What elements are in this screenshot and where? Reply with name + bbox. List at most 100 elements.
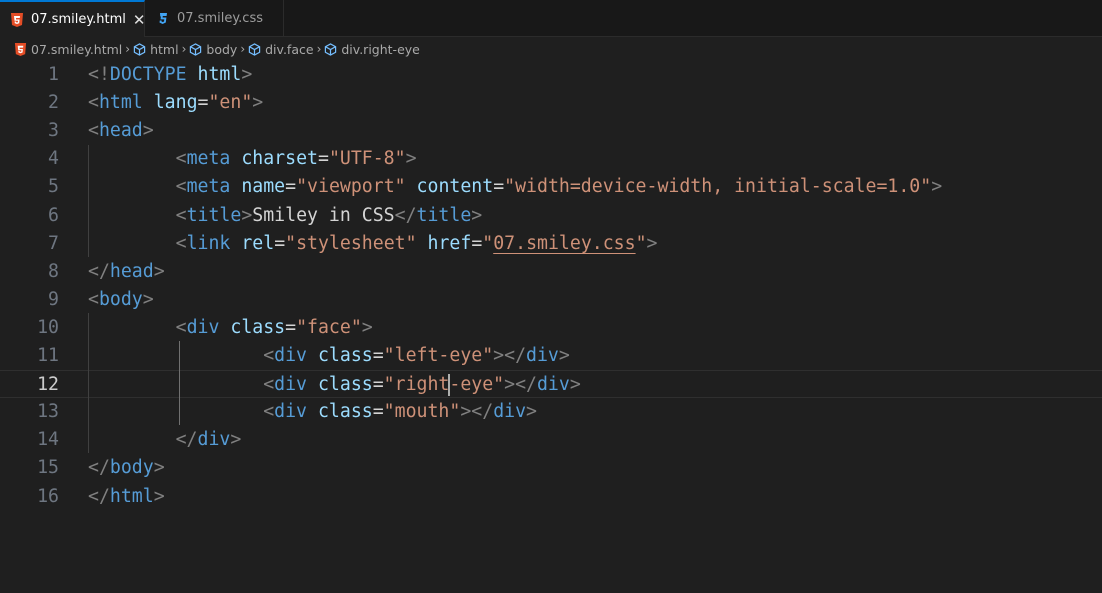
code-token: DOCTYPE <box>109 64 187 85</box>
code-token: = <box>274 232 286 254</box>
breadcrumb-div-right-eye[interactable]: div.right-eye <box>324 41 420 57</box>
code-line[interactable]: 13 <div class="mouth"></div> <box>0 398 1102 426</box>
breadcrumb-html[interactable]: html <box>133 41 179 57</box>
breadcrumb-body[interactable]: body <box>189 42 237 57</box>
code-token: content <box>416 176 494 198</box>
chevron-right-icon: › <box>181 42 187 56</box>
code-line[interactable]: 15 </body> <box>0 454 1102 482</box>
code-line[interactable]: 10 <div class="face"> <box>0 314 1102 342</box>
tab-label: 07.smiley.css <box>177 11 263 26</box>
code-token: head <box>109 260 154 282</box>
code-text: </html> <box>88 483 165 511</box>
code-text: </body> <box>88 454 165 482</box>
chevron-right-icon: › <box>316 42 322 56</box>
code-text: <title>Smiley in CSS</title> <box>88 202 483 230</box>
code-token: < <box>175 148 187 170</box>
code-text: <head> <box>88 117 154 145</box>
code-token: "viewport" <box>296 176 406 198</box>
code-token: > <box>230 429 242 451</box>
code-editor[interactable]: 16 </html> 15 </body> 14 </div> 13 <div class… <box>0 61 1102 593</box>
code-line[interactable]: 6 <title>Smiley in CSS</title> <box>0 202 1102 230</box>
code-token: "en" <box>208 92 253 114</box>
breadcrumb: 07.smiley.html › html › body › div.face … <box>0 37 1102 61</box>
cube-icon <box>248 42 261 56</box>
code-token: div <box>197 429 231 451</box>
html5-icon <box>10 12 24 27</box>
code-token: = <box>493 176 505 198</box>
code-token: > <box>569 374 581 396</box>
code-line[interactable]: 4 <meta charset="UTF-8"> <box>0 145 1102 173</box>
code-token: < <box>175 176 187 198</box>
breadcrumb-label: html <box>150 41 179 57</box>
chevron-right-icon: › <box>125 42 131 56</box>
line-number: 4 <box>48 148 59 170</box>
code-text: <div class="right-eye"></div> <box>88 371 581 399</box>
code-token: "width=device-width, initial-scale=1.0" <box>504 176 932 198</box>
code-line[interactable]: 2 <html lang="en"> <box>0 89 1102 117</box>
code-line[interactable]: 16 </html> <box>0 483 1102 511</box>
line-number: 9 <box>48 288 59 310</box>
code-text: <div class="left-eye"></div> <box>88 342 570 370</box>
code-token: -eye" <box>449 374 505 396</box>
cube-icon <box>189 42 202 56</box>
code-token: class <box>317 374 373 396</box>
breadcrumb-div-face[interactable]: div.face <box>248 42 314 57</box>
code-token: body <box>109 457 154 479</box>
code-token: div <box>274 374 308 396</box>
code-token: > <box>241 204 253 226</box>
code-token: title <box>416 204 472 226</box>
breadcrumb-file[interactable]: 07.smiley.html <box>14 42 122 57</box>
code-token: Smiley in CSS <box>252 204 395 226</box>
code-token: = <box>372 401 384 423</box>
cube-icon <box>324 42 337 56</box>
code-line[interactable]: 11 <div class="left-eye"></div> <box>0 342 1102 370</box>
code-line[interactable]: 12 <div class="right-eye"></div> <box>0 370 1102 399</box>
code-token: div <box>274 345 308 366</box>
tab-07-smiley-css[interactable]: 07.smiley.css <box>146 0 284 37</box>
code-token: </ <box>88 485 110 507</box>
code-token: head <box>98 120 143 142</box>
code-line[interactable]: 7 <link rel="stylesheet" href="07.smiley… <box>0 230 1102 258</box>
code-token: ></ <box>504 374 537 396</box>
code-line[interactable]: 14 </div> <box>0 426 1102 454</box>
code-token: div <box>274 401 308 423</box>
code-token: > <box>153 457 165 479</box>
indent-guide-active <box>179 341 180 425</box>
code-text: <!DOCTYPE html> <box>88 61 252 89</box>
code-token: </ <box>88 457 110 479</box>
breadcrumb-label: div.right-eye <box>341 41 420 57</box>
code-token: link <box>186 232 231 254</box>
code-text: <div class="mouth"></div> <box>88 398 537 426</box>
code-token: < <box>263 374 275 396</box>
code-token: "stylesheet" <box>285 232 417 254</box>
code-line[interactable]: 5 <meta name="viewport" content="width=d… <box>0 173 1102 201</box>
indent-guide <box>88 145 89 257</box>
code-token: "mouth" <box>383 401 461 423</box>
breadcrumb-label: body <box>206 41 238 57</box>
code-token: "right <box>383 374 450 396</box>
line-number: 8 <box>48 260 59 282</box>
indent-guide <box>88 313 89 453</box>
html5-icon <box>14 42 27 56</box>
code-line[interactable]: 8 </head> <box>0 258 1102 286</box>
code-token: > <box>471 204 483 226</box>
code-line[interactable]: 9 <body> <box>0 286 1102 314</box>
editor-tab-bar: 07.smiley.html ✕ 07.smiley.css <box>0 0 1102 37</box>
close-icon[interactable]: ✕ <box>133 12 146 28</box>
code-line[interactable]: 3 <head> <box>0 117 1102 145</box>
code-token: > <box>241 64 253 85</box>
chevron-right-icon: › <box>240 42 246 56</box>
tab-07-smiley-html[interactable]: 07.smiley.html ✕ <box>0 0 146 37</box>
code-token: < <box>88 120 99 142</box>
line-number: 11 <box>37 345 59 366</box>
code-token: ></ <box>493 345 527 366</box>
code-line[interactable]: 1 <!DOCTYPE html> <box>0 61 1102 89</box>
